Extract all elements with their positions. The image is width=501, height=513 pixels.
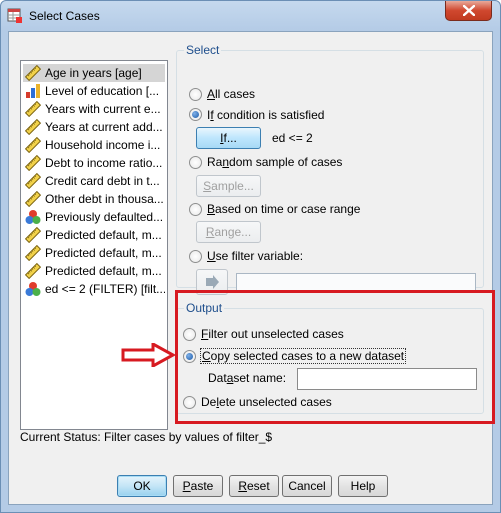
variable-item[interactable]: Years with current e... <box>23 100 165 118</box>
reset-button[interactable]: Reset <box>229 475 279 497</box>
scale-ruler-icon <box>24 136 42 154</box>
red-arrow-annotation <box>121 343 177 367</box>
close-button[interactable] <box>445 1 492 21</box>
time-range-radio[interactable] <box>189 203 202 216</box>
variable-label: Other debt in thousa... <box>45 192 164 206</box>
variable-item[interactable]: Age in years [age] <box>23 64 165 82</box>
variable-item[interactable]: ed <= 2 (FILTER) [filt... <box>23 280 165 298</box>
dialog-body: Age in years [age] Level of education [..… <box>8 31 493 505</box>
scale-ruler-icon <box>24 226 42 244</box>
variable-label: Age in years [age] <box>45 66 142 80</box>
scale-ruler-icon <box>24 64 42 82</box>
if-condition-label: If condition is satisfied <box>207 108 325 122</box>
paste-button[interactable]: Paste <box>173 475 223 497</box>
nominal-circles-icon <box>25 281 41 297</box>
ok-button[interactable]: OK <box>117 475 167 497</box>
variable-item[interactable]: Previously defaulted... <box>23 208 165 226</box>
time-range-label: Based on time or case range <box>207 202 361 216</box>
variable-label: Years at current add... <box>45 120 163 134</box>
random-sample-radio[interactable] <box>189 156 202 169</box>
if-button[interactable]: If... <box>196 127 261 149</box>
help-button[interactable]: Help <box>338 475 388 497</box>
variable-label: Years with current e... <box>45 102 161 116</box>
arrow-right-icon <box>206 275 219 289</box>
scale-ruler-icon <box>24 262 42 280</box>
select-group: Select All cases If condition is satisfi… <box>176 43 484 295</box>
variable-item[interactable]: Predicted default, m... <box>23 262 165 280</box>
ordinal-bars-icon <box>25 83 41 99</box>
variable-label: Debt to income ratio... <box>45 156 163 170</box>
spss-app-icon <box>7 8 22 23</box>
scale-ruler-icon <box>24 244 42 262</box>
title-bar[interactable]: Select Cases <box>1 1 500 31</box>
select-cases-dialog: Select Cases Age in years [age] Level of … <box>0 0 501 513</box>
all-cases-label: All cases <box>207 87 256 101</box>
cancel-button[interactable]: Cancel <box>282 475 332 497</box>
select-legend: Select <box>184 43 222 57</box>
variable-label: Predicted default, m... <box>45 264 162 278</box>
sample-button[interactable]: Sample... <box>196 175 261 197</box>
variable-label: Predicted default, m... <box>45 246 162 260</box>
variable-item[interactable]: Years at current add... <box>23 118 165 136</box>
variable-list[interactable]: Age in years [age] Level of education [..… <box>20 60 168 430</box>
variable-label: Household income i... <box>45 138 161 152</box>
variable-item[interactable]: Household income i... <box>23 136 165 154</box>
scale-ruler-icon <box>24 190 42 208</box>
filter-variable-label: Use filter variable: <box>207 249 304 263</box>
nominal-circles-icon <box>25 209 41 225</box>
variable-label: Predicted default, m... <box>45 228 162 242</box>
output-highlight-box <box>175 290 495 424</box>
all-cases-radio[interactable] <box>189 88 202 101</box>
variable-label: Previously defaulted... <box>45 210 164 224</box>
variable-item[interactable]: Other debt in thousa... <box>23 190 165 208</box>
current-status: Current Status: Filter cases by values o… <box>20 430 273 444</box>
window-title: Select Cases <box>29 9 100 23</box>
variable-item[interactable]: Credit card debt in t... <box>23 172 165 190</box>
scale-ruler-icon <box>24 100 42 118</box>
random-sample-label: Random sample of cases <box>207 155 343 169</box>
scale-ruler-icon <box>24 172 42 190</box>
variable-item[interactable]: Predicted default, m... <box>23 226 165 244</box>
variable-label: ed <= 2 (FILTER) [filt... <box>45 282 165 296</box>
close-icon <box>463 5 475 16</box>
condition-text: ed <= 2 <box>272 131 313 145</box>
variable-label: Level of education [... <box>45 84 160 98</box>
variable-item[interactable]: Debt to income ratio... <box>23 154 165 172</box>
variable-item[interactable]: Predicted default, m... <box>23 244 165 262</box>
variable-item[interactable]: Level of education [... <box>23 82 165 100</box>
scale-ruler-icon <box>24 154 42 172</box>
filter-variable-radio[interactable] <box>189 250 202 263</box>
range-button[interactable]: Range... <box>196 221 261 243</box>
scale-ruler-icon <box>24 118 42 136</box>
if-condition-radio[interactable] <box>189 108 202 121</box>
variable-label: Credit card debt in t... <box>45 174 160 188</box>
